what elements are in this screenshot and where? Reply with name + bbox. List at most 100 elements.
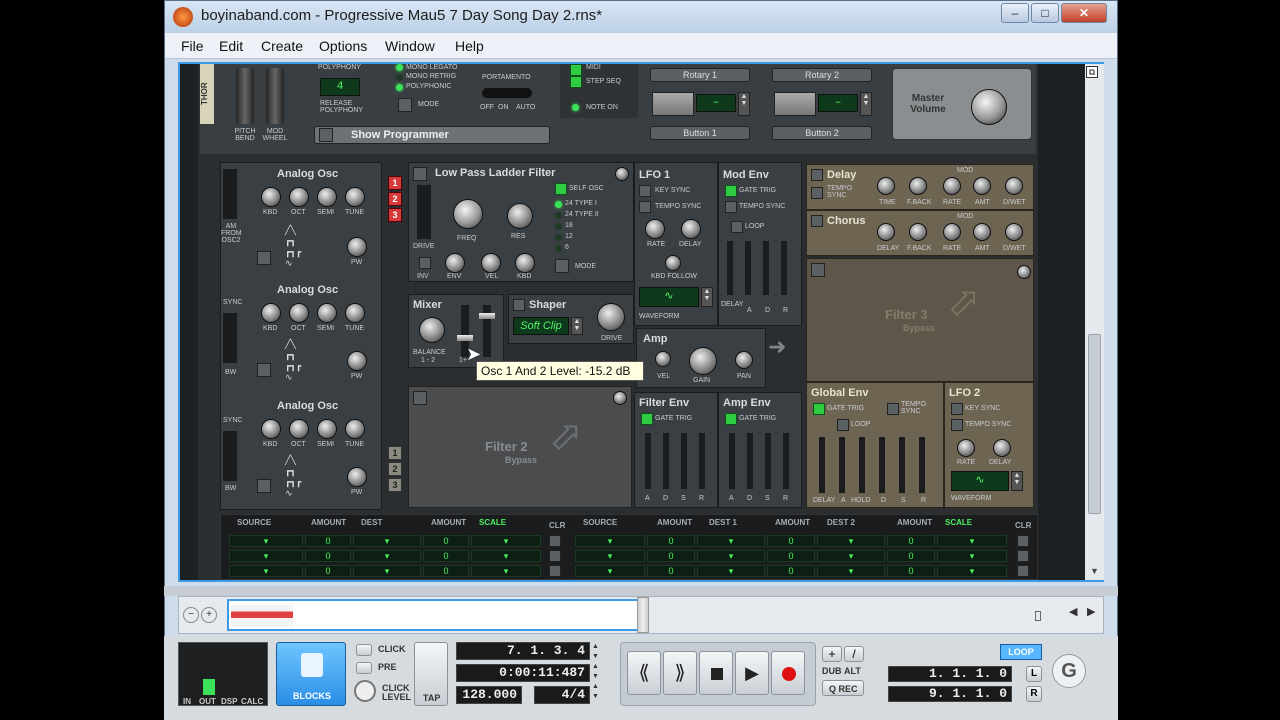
mixer-balance-knob[interactable] [419,317,445,343]
mm-l-row2-amount2[interactable]: 0 [423,550,469,562]
chorus-amt-knob[interactable] [973,223,991,241]
chorus-fback-knob[interactable] [909,223,927,241]
mm-l-row2-amount[interactable]: 0 [305,550,351,562]
filter1-mode-button[interactable] [555,259,569,273]
mm-r-row2-amount3[interactable]: 0 [887,550,935,562]
minimize-button[interactable]: – [1001,3,1029,23]
global-env-s-slider[interactable] [899,437,905,493]
osc1-semi-knob[interactable] [317,187,337,207]
amp-env-a-slider[interactable] [729,433,735,489]
osc2-kbd-knob[interactable] [261,303,281,323]
lfo2-rate-knob[interactable] [957,439,975,457]
chorus-enable-button[interactable] [811,215,823,227]
mod-env-gate-trig-button[interactable] [725,185,737,197]
mm-l-row1-dest[interactable]: ▾ [353,535,421,547]
stop-button[interactable] [699,651,733,695]
mod-wheel[interactable] [266,68,284,124]
close-button[interactable]: ✕ [1061,3,1107,23]
signature-display[interactable]: 4/4 [534,686,590,704]
amp-pan-knob[interactable] [735,351,753,369]
button2[interactable]: Button 2 [772,126,872,140]
mod-env-delay-slider[interactable] [727,241,733,295]
osc3-kbd-knob[interactable] [261,419,281,439]
lfo1-kbd-follow-knob[interactable] [665,255,681,271]
zoom-out-icon[interactable]: − [183,607,199,623]
menu-edit[interactable]: Edit [219,38,243,54]
filter1-drive-slider[interactable] [417,185,431,239]
amp-gain-knob[interactable] [689,347,717,375]
lfo1-key-sync-button[interactable] [639,185,651,197]
mm-r-row2-amount[interactable]: 0 [647,550,695,562]
delay-fback-knob[interactable] [909,177,927,195]
delay-dwet-knob[interactable] [1005,177,1023,195]
overview-divider[interactable] [637,597,649,633]
amp-env-d-slider[interactable] [747,433,753,489]
osc3-pw-knob[interactable] [347,467,367,487]
menu-options[interactable]: Options [319,38,367,54]
play-button[interactable]: ▶ [735,651,769,695]
midi-button[interactable] [570,64,582,76]
filter-env-s-slider[interactable] [681,433,687,489]
filter2-type-knob[interactable] [613,391,627,405]
am-slider[interactable] [223,169,237,219]
mm-r-row1-amount[interactable]: 0 [647,535,695,547]
filter1-type-knob[interactable] [615,167,629,181]
filter-env-r-slider[interactable] [699,433,705,489]
rotary1-stepper[interactable]: ▲ ▼ [738,92,750,116]
rotary2-label[interactable]: Rotary 2 [772,68,872,82]
mm-l-row2-source[interactable]: ▾ [229,550,303,562]
pre-toggle[interactable] [356,662,372,674]
menu-window[interactable]: Window [385,38,435,54]
mm-l-row3-amount[interactable]: 0 [305,565,351,577]
rotary1-label[interactable]: Rotary 1 [650,68,750,82]
menu-help[interactable]: Help [455,38,484,54]
mm-r-row1-amount3[interactable]: 0 [887,535,935,547]
pitch-bend-wheel[interactable] [236,68,254,124]
filter2-menu-button[interactable] [413,391,427,405]
amp-env-s-slider[interactable] [765,433,771,489]
mm-r-row3-amount2[interactable]: 0 [767,565,815,577]
osc3-sync-slider[interactable] [223,431,237,481]
position-display[interactable]: 7. 1. 3. 4 [456,642,590,660]
mm-r-row2-source[interactable]: ▾ [575,550,645,562]
mm-r-row3-dest1[interactable]: ▾ [697,565,765,577]
filter2-route-1[interactable]: 1 [388,446,402,460]
click-level-knob[interactable] [354,680,376,702]
global-env-a-slider[interactable] [839,437,845,493]
amp-env-r-slider[interactable] [783,433,789,489]
mm-l-row3-scale[interactable]: ▾ [471,565,541,577]
mm-l-row3-source[interactable]: ▾ [229,565,303,577]
mm-l-row1-scale[interactable]: ▾ [471,535,541,547]
global-env-r-slider[interactable] [919,437,925,493]
osc1-kbd-knob[interactable] [261,187,281,207]
mod-env-r-slider[interactable] [781,241,787,295]
tempo-display[interactable]: 128.000 [456,686,522,704]
osc3-bw-button[interactable] [257,479,271,493]
filter2-route-2[interactable]: 2 [388,462,402,476]
filter1-route-3[interactable]: 3 [388,208,402,222]
song-clip[interactable] [231,605,293,627]
blocks-button[interactable]: BLOCKS [276,642,346,706]
lfo1-tempo-sync-button[interactable] [639,201,651,213]
scroll-left-icon[interactable]: ◀ [1069,605,1077,618]
mm-r-row3-source[interactable]: ▾ [575,565,645,577]
mm-l-row2-dest[interactable]: ▾ [353,550,421,562]
global-env-hold-slider[interactable] [859,437,865,493]
mm-r-row2-amount2[interactable]: 0 [767,550,815,562]
mm-r-row3-dest2[interactable]: ▾ [817,565,885,577]
mm-l-row1-source[interactable]: ▾ [229,535,303,547]
master-volume-knob[interactable] [971,89,1007,125]
lfo1-waveform-display[interactable]: ∿ [639,287,699,307]
osc2-sync-slider[interactable] [223,313,237,363]
osc2-pw-knob[interactable] [347,351,367,371]
filter2-route-3[interactable]: 3 [388,478,402,492]
click-toggle[interactable] [356,644,372,656]
osc1-sync-button[interactable] [257,251,271,265]
lfo1-delay-knob[interactable] [681,219,701,239]
filter1-vel-knob[interactable] [481,253,501,273]
lfo1-rate-knob[interactable] [645,219,665,239]
rotary2-stepper[interactable]: ▲ ▼ [860,92,872,116]
zoom-in-icon[interactable]: + [201,607,217,623]
chorus-rate-knob[interactable] [943,223,961,241]
global-env-d-slider[interactable] [879,437,885,493]
